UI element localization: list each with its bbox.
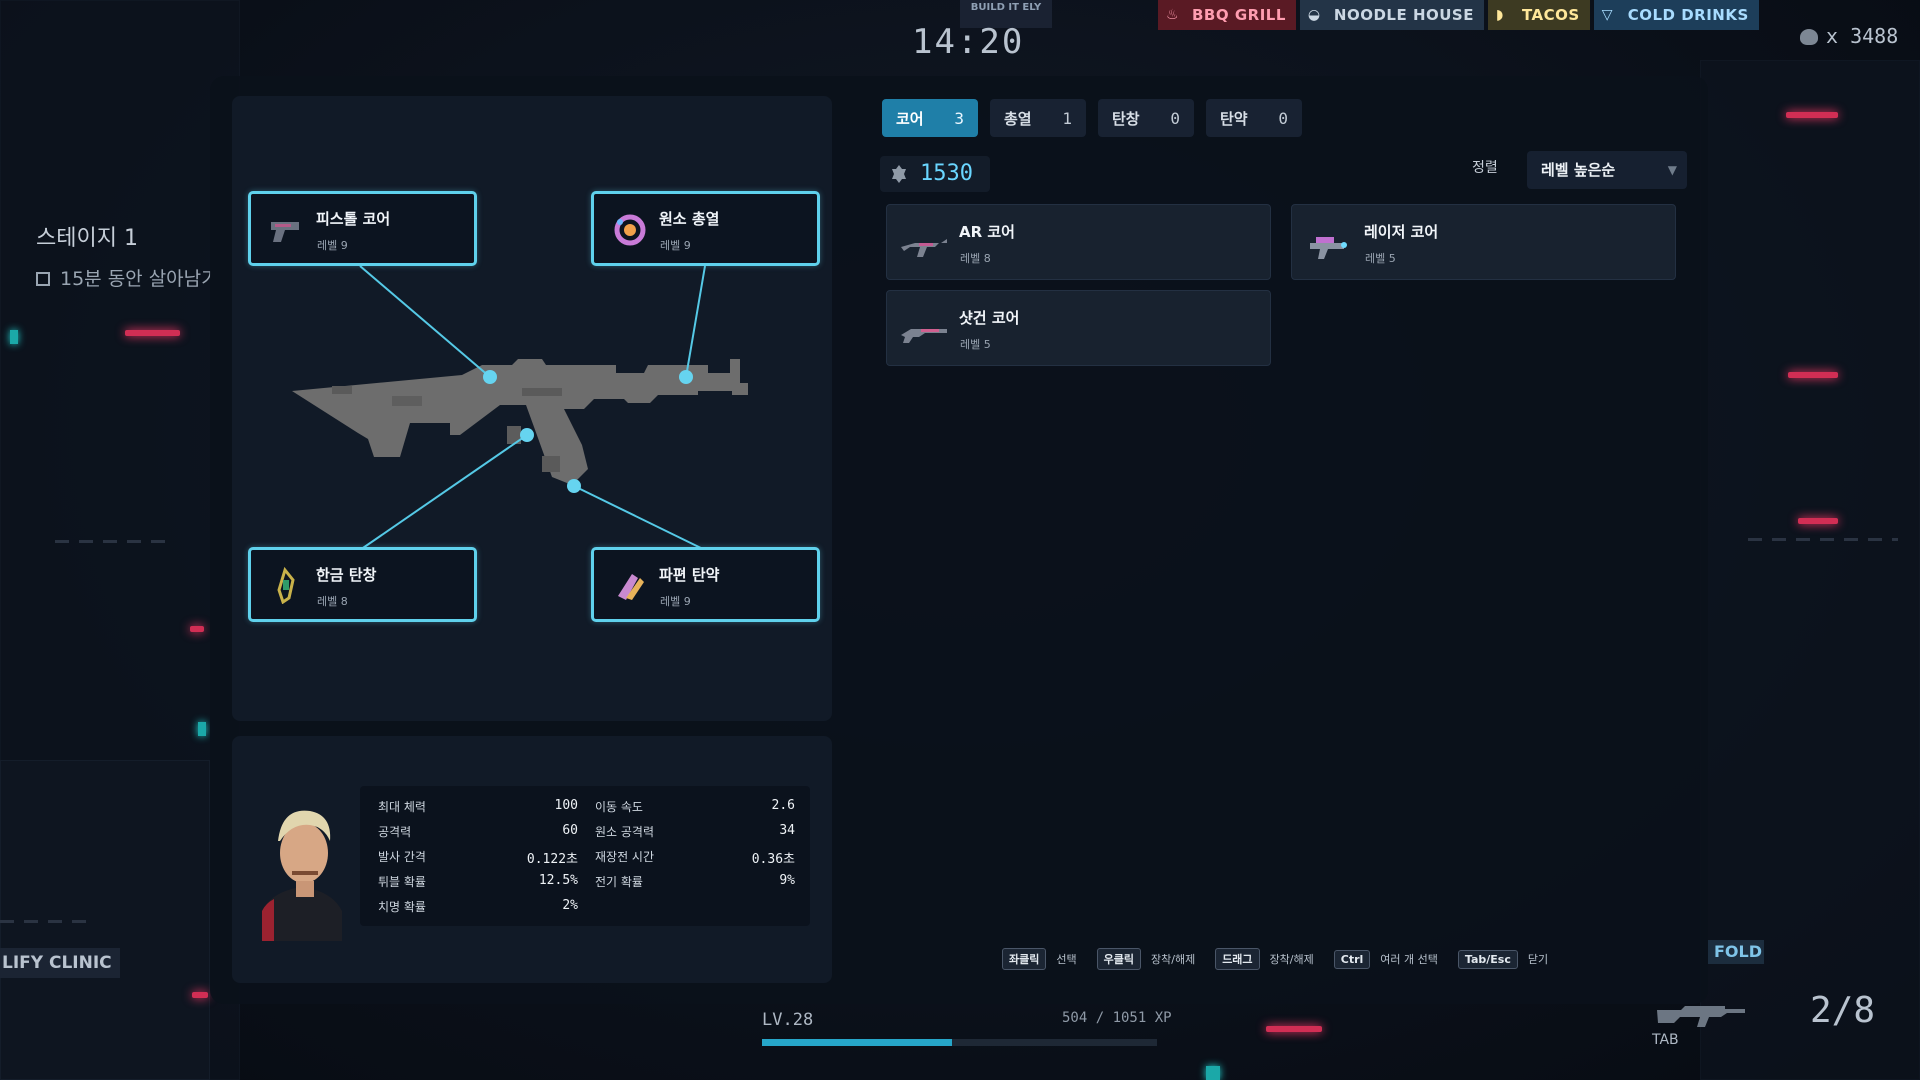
stat-row: 발사 간격 0.122초	[378, 850, 578, 867]
shop-sign: ♨ BBQ GRILL	[1158, 0, 1296, 30]
taco-icon: ◗	[1495, 7, 1504, 23]
clinic-sign: LIFY CLINIC	[0, 948, 120, 978]
slot-level: 레벨 9	[660, 595, 691, 608]
stat-row: 치명 확률 2%	[378, 898, 578, 914]
shotgun-core-icon	[901, 329, 947, 343]
item-level: 레벨 8	[960, 252, 991, 265]
inventory-item-laser-core[interactable]: 레이저 코어 레벨 5	[1291, 204, 1676, 280]
shrapnel-ammo-icon	[618, 574, 644, 600]
objective: 15분 동안 살아남기	[36, 264, 211, 291]
shop-sign: ◗ TACOS	[1487, 0, 1590, 30]
key-drag: 드래그	[1215, 948, 1260, 970]
core-currency: 1530	[880, 156, 990, 192]
skull-icon	[1800, 29, 1818, 45]
item-name: 레이저 코어	[1364, 223, 1439, 241]
slot-core[interactable]: 피스톨 코어 레벨 9	[248, 191, 477, 266]
stat-column-right: 이동 속도 2.6 원소 공격력 34 재장전 시간 0.36초 전기 확률 9%	[595, 798, 795, 898]
flame-icon: ♨	[1166, 7, 1180, 23]
character-portrait	[262, 810, 342, 941]
slot-name: 한금 탄창	[316, 566, 377, 584]
weapon-customize-modal: 피스톨 코어 레벨 9 원소 총열 레벨 9 한금 탄창 레벨 8 파편 탄약 …	[210, 76, 1708, 1004]
shop-sign: ◒ NOODLE HOUSE	[1299, 0, 1484, 30]
skull-currency: x 3488	[1800, 24, 1898, 48]
tab-barrel[interactable]: 총열 1	[990, 99, 1086, 137]
tab-key-label: TAB	[1652, 1032, 1679, 1048]
item-name: 샷건 코어	[959, 309, 1020, 327]
chevron-down-icon: ▼	[1667, 163, 1677, 177]
key-ctrl: Ctrl	[1333, 949, 1371, 969]
stat-row: 재장전 시간 0.36초	[595, 850, 795, 867]
slot-level: 레벨 9	[317, 239, 348, 252]
tab-ammo[interactable]: 탄약 0	[1206, 99, 1302, 137]
key-right-click: 우클릭	[1096, 948, 1141, 970]
weapon-diagram	[292, 265, 748, 551]
slot-ammo[interactable]: 파편 탄약 레벨 9	[591, 547, 820, 622]
part-tabs: 코어 3 총열 1 탄창 0 탄약 0	[882, 99, 1302, 137]
key-tab-esc: Tab/Esc	[1457, 949, 1518, 969]
sort-dropdown[interactable]: 레벨 높은순 ▼	[1527, 151, 1687, 189]
shop-sign: ▽ COLD DRINKS	[1593, 0, 1759, 30]
ar-core-icon	[901, 239, 947, 257]
laser-core-icon	[1310, 237, 1347, 259]
game-clock: 14:20	[912, 22, 1025, 62]
checkbox-icon	[36, 272, 50, 286]
slot-level: 레벨 9	[660, 239, 691, 252]
pistol-core-icon	[271, 222, 299, 242]
stat-row: 최대 체력 100	[378, 798, 578, 814]
xp-bar-fill	[762, 1039, 952, 1046]
slot-magazine[interactable]: 한금 탄창 레벨 8	[248, 547, 477, 622]
stat-row: 튀블 확률 12.5%	[378, 873, 578, 889]
inventory-item-shotgun-core[interactable]: 샷건 코어 레벨 5	[886, 290, 1271, 366]
player-level: LV.28	[762, 1010, 814, 1030]
tab-magazine[interactable]: 탄창 0	[1098, 99, 1194, 137]
fold-sign: FOLD	[1708, 940, 1764, 964]
stat-row: 이동 속도 2.6	[595, 798, 795, 814]
sort-label: 정렬	[1472, 160, 1498, 176]
control-hints: 좌클릭 선택 우클릭 장착/해제 드래그 장착/해제 Ctrl 여러 개 선택 Tab/…	[1002, 948, 1558, 970]
character-stats-panel: 최대 체력 100 공격력 60 발사 간격 0.122초 튀블 확률 12.5% 치명…	[232, 736, 832, 983]
weapon-tree-panel: 피스톨 코어 레벨 9 원소 총열 레벨 9 한금 탄창 레벨 8 파편 탄약 …	[232, 96, 832, 721]
gear-chip-icon	[892, 165, 906, 183]
slot-name: 피스톨 코어	[316, 210, 391, 228]
item-level: 레벨 5	[1365, 252, 1396, 265]
bowl-icon: ◒	[1307, 7, 1321, 23]
slot-level: 레벨 8	[317, 595, 348, 608]
xp-bar	[762, 1039, 1157, 1046]
inventory-item-ar-core[interactable]: AR 코어 레벨 8	[886, 204, 1271, 280]
shop-signs: ♨ BBQ GRILL ◒ NOODLE HOUSE ◗ TACOS ▽ COLD DR…	[1158, 0, 1759, 30]
tab-core[interactable]: 코어 3	[882, 99, 978, 137]
stage-title: 스테이지 1	[36, 226, 138, 251]
cup-icon: ▽	[1601, 7, 1614, 23]
slot-name: 파편 탄약	[659, 566, 720, 584]
stat-row: 원소 공격력 34	[595, 823, 795, 839]
stat-row: 전기 확률 9%	[595, 873, 795, 889]
slot-barrel[interactable]: 원소 총열 레벨 9	[591, 191, 820, 266]
ammo-counter: 2/8	[1810, 990, 1876, 1031]
slot-name: 원소 총열	[659, 210, 720, 228]
element-barrel-icon	[614, 214, 646, 246]
stat-table: 최대 체력 100 공격력 60 발사 간격 0.122초 튀블 확률 12.5% 치명…	[360, 786, 810, 926]
gold-magazine-icon	[277, 566, 295, 604]
stat-column-left: 최대 체력 100 공격력 60 발사 간격 0.122초 튀블 확률 12.5% 치명…	[378, 798, 578, 923]
item-name: AR 코어	[959, 223, 1015, 241]
item-level: 레벨 5	[960, 338, 991, 351]
xp-text: 504 / 1051 XP	[1062, 1010, 1172, 1026]
key-left-click: 좌클릭	[1002, 948, 1047, 970]
stat-row: 공격력 60	[378, 823, 578, 839]
